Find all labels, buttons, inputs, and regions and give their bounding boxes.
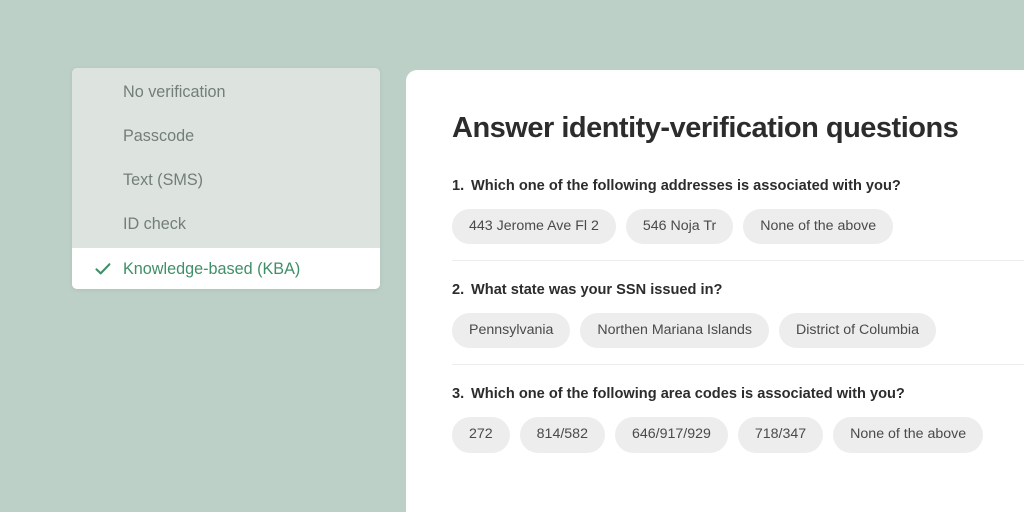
answer-option-pill[interactable]: 814/582 [519, 417, 605, 453]
question-label: Which one of the following addresses is … [471, 178, 901, 194]
menu-item-knowledge-based-kba[interactable]: Knowledge-based (KBA) [72, 248, 380, 289]
verification-questions-card: Answer identity-verification questions 1… [406, 70, 1024, 512]
answer-option-pill[interactable]: 546 Noja Tr [625, 209, 734, 245]
answer-options: Pennsylvania Northen Mariana Islands Distr… [452, 313, 1024, 349]
question-block: 1. Which one of the following addresses i… [452, 178, 1024, 260]
page-title: Answer identity-verification questions [452, 112, 959, 144]
question-text: 1. Which one of the following addresses i… [452, 178, 1024, 194]
answer-option-pill[interactable]: None of the above [743, 209, 894, 245]
question-list: 1. Which one of the following addresses i… [452, 178, 1024, 469]
answer-option-pill[interactable]: 718/347 [737, 417, 824, 453]
menu-item-no-verification[interactable]: No verification [72, 70, 380, 114]
menu-item-label: ID check [123, 214, 186, 233]
answer-options: 443 Jerome Ave Fl 2 546 Noja Tr None of th… [452, 209, 1024, 245]
answer-option-pill[interactable]: 646/917/929 [614, 417, 728, 453]
screen-root: Answer identity-verification questions 1… [0, 0, 1024, 512]
answer-option-pill[interactable]: Northen Mariana Islands [580, 313, 769, 349]
question-block: 3. Which one of the following area codes … [452, 364, 1024, 468]
question-block: 2. What state was your SSN issued in? Penn… [452, 260, 1024, 364]
answer-option-pill[interactable]: None of the above [833, 417, 984, 453]
question-label: Which one of the following area codes is… [471, 386, 905, 403]
question-number: 3. [452, 386, 465, 403]
check-icon [94, 260, 112, 278]
verification-method-dropdown[interactable]: No verification Passcode Text (SMS) ID chec… [72, 68, 380, 289]
menu-item-id-check[interactable]: ID check [72, 202, 380, 246]
question-label: What state was your SSN issued in? [471, 282, 723, 299]
menu-item-text-sms[interactable]: Text (SMS) [72, 158, 380, 202]
menu-item-label: Knowledge-based (KBA) [123, 259, 301, 278]
answer-option-pill[interactable]: Pennsylvania [452, 313, 571, 349]
menu-item-label: Text (SMS) [123, 170, 204, 189]
question-number: 2. [452, 282, 465, 299]
question-text: 2. What state was your SSN issued in? [452, 282, 1024, 298]
menu-item-label: Passcode [123, 126, 195, 145]
answer-option-pill[interactable]: District of Columbia [778, 313, 936, 349]
answer-option-pill[interactable]: 443 Jerome Ave Fl 2 [452, 209, 616, 245]
answer-option-pill[interactable]: 272 [452, 417, 510, 453]
question-text: 3. Which one of the following area codes … [452, 386, 1024, 402]
menu-item-passcode[interactable]: Passcode [72, 114, 380, 158]
question-number: 1. [452, 178, 465, 194]
answer-options: 272 814/582 646/917/929 718/347 None of the … [452, 417, 1024, 453]
menu-item-label: No verification [123, 82, 226, 101]
